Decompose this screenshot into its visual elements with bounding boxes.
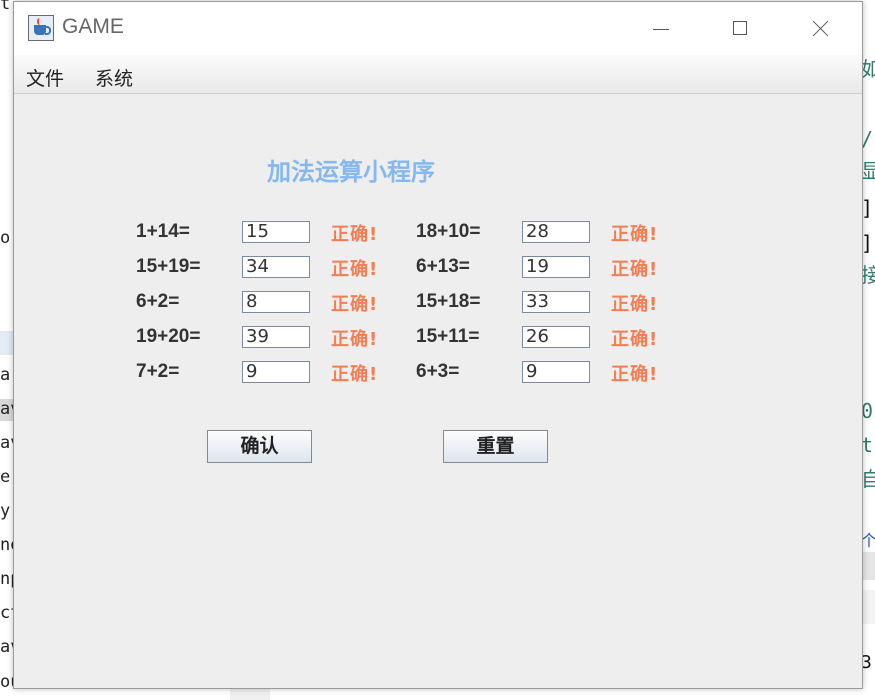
close-button[interactable] [780, 2, 860, 55]
answer-field[interactable]: 15 [242, 221, 310, 243]
result-label: 正确! [611, 329, 659, 350]
confirm-button[interactable]: 确认 [207, 430, 312, 463]
background-code-fragment: 3.0 [861, 652, 875, 673]
answer-field[interactable]: 9 [522, 361, 590, 383]
window-title: GAME [62, 15, 124, 38]
result-label: 正确! [331, 294, 379, 315]
maximize-icon [733, 21, 747, 35]
question-label: 6+2= [136, 291, 180, 312]
answer-field[interactable]: 19 [522, 256, 590, 278]
result-label: 正确! [611, 224, 659, 245]
title-bar[interactable]: GAME [14, 2, 862, 55]
background-code-fragment: t( [861, 433, 875, 457]
menu-system[interactable]: 系统 [95, 64, 133, 91]
minimize-button[interactable] [620, 2, 700, 55]
question-label: 19+20= [136, 326, 201, 347]
background-code-fragment: 自 [861, 467, 875, 491]
minimize-icon [653, 29, 669, 30]
background-code-fragment: 接 [861, 263, 875, 287]
game-window: GAME 文件 系统 加法运算小程序 1+14= 15 正确! 15+19= 3… [13, 1, 863, 689]
answer-field[interactable]: 34 [242, 256, 310, 278]
answer-field[interactable]: 39 [242, 326, 310, 348]
java-coffee-cup-icon [28, 15, 54, 41]
question-label: 6+13= [416, 256, 470, 277]
close-icon [813, 20, 829, 36]
background-code-fragment: 如 [861, 57, 875, 81]
answer-field[interactable]: 28 [522, 221, 590, 243]
result-label: 正确! [331, 259, 379, 280]
question-label: 15+18= [416, 291, 481, 312]
question-label: 7+2= [136, 361, 180, 382]
page-title: 加法运算小程序 [267, 158, 435, 186]
reset-button[interactable]: 重置 [443, 430, 548, 463]
result-label: 正确! [331, 364, 379, 385]
result-label: 正确! [611, 294, 659, 315]
question-label: 15+19= [136, 256, 201, 277]
maximize-button[interactable] [700, 2, 780, 55]
question-label: 18+10= [416, 221, 481, 242]
question-label: 6+3= [416, 361, 460, 382]
background-code-fragment: 个 [861, 531, 875, 550]
result-label: 正确! [331, 224, 379, 245]
answer-field[interactable]: 33 [522, 291, 590, 313]
menu-bar: 文件 系统 [14, 55, 862, 94]
result-label: 正确! [331, 329, 379, 350]
answer-field[interactable]: 26 [522, 326, 590, 348]
menu-file[interactable]: 文件 [26, 64, 64, 91]
answer-field[interactable]: 8 [242, 291, 310, 313]
main-panel: 加法运算小程序 1+14= 15 正确! 15+19= 34 正确! 6+2= … [14, 94, 862, 688]
background-code-fragment: 显 [861, 159, 875, 183]
result-label: 正确! [611, 259, 659, 280]
result-label: 正确! [611, 364, 659, 385]
answer-field[interactable]: 9 [242, 361, 310, 383]
question-label: 1+14= [136, 221, 190, 242]
question-label: 15+11= [416, 326, 480, 347]
